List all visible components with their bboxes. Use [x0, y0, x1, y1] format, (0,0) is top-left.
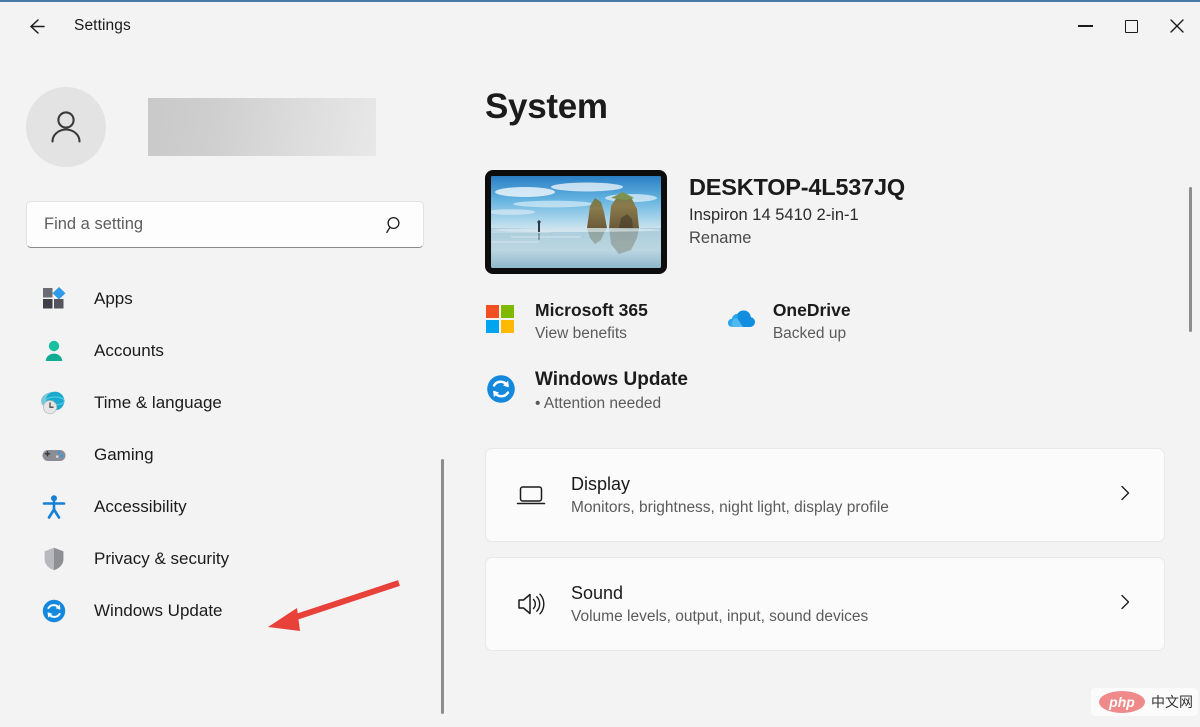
desktop-wallpaper-thumbnail [485, 170, 667, 274]
sound-speaker-icon [514, 587, 548, 621]
apps-icon [40, 285, 68, 313]
card-text: Display Monitors, brightness, night ligh… [571, 474, 1116, 517]
card-subtitle: Volume levels, output, input, sound devi… [571, 607, 869, 625]
card-subtitle: Monitors, brightness, night light, displ… [571, 498, 889, 516]
minimize-icon [1077, 25, 1093, 27]
watermark: php 中文网 [1091, 688, 1198, 716]
chevron-right-icon [1116, 593, 1134, 616]
update-title: Windows Update [535, 369, 688, 390]
maximize-icon [1124, 19, 1138, 33]
rename-device-link[interactable]: Rename [689, 229, 751, 248]
minimize-button[interactable] [1062, 2, 1108, 50]
windows-update-entry[interactable]: Windows Update • Attention needed [485, 369, 1200, 413]
service-subtitle: Backed up [772, 325, 847, 342]
privacy-security-icon [40, 545, 68, 573]
service-subtitle: View benefits [535, 325, 627, 342]
settings-window: Settings Find a setting Apps Accounts Ti… [0, 0, 1200, 727]
main-scrollbar-thumb[interactable] [1189, 187, 1192, 332]
accessibility-icon [40, 493, 68, 521]
sidebar-item-apps[interactable]: Apps [26, 276, 422, 321]
card-text: Sound Volume levels, output, input, soun… [571, 583, 1116, 626]
sidebar-item-label: Time & language [94, 392, 222, 412]
app-title: Settings [74, 17, 131, 34]
sidebar-item-accounts[interactable]: Accounts [26, 328, 422, 373]
back-button[interactable] [18, 9, 52, 43]
settings-cards: Display Monitors, brightness, night ligh… [485, 448, 1200, 651]
update-text: Windows Update • Attention needed [535, 369, 688, 413]
search-icon[interactable] [385, 215, 405, 235]
service-title: OneDrive [772, 300, 851, 320]
title-bar: Settings [0, 2, 1200, 50]
sidebar-item-label: Accessibility [94, 496, 187, 516]
service-text: Microsoft 365 View benefits [535, 300, 648, 343]
person-avatar-icon [51, 111, 81, 143]
display-monitor-icon [514, 478, 548, 512]
search-box[interactable] [26, 201, 424, 248]
sound-settings-card[interactable]: Sound Volume levels, output, input, soun… [485, 557, 1165, 651]
sidebar: Apps Accounts [0, 50, 452, 727]
windows-update-icon [40, 597, 68, 625]
accounts-icon [40, 337, 68, 365]
sidebar-scrollbar-thumb[interactable] [441, 459, 444, 714]
device-summary: DESKTOP-4L537JQ Inspiron 14 5410 2-in-1 … [485, 170, 1200, 274]
php-logo: php [1099, 691, 1145, 713]
device-info: DESKTOP-4L537JQ Inspiron 14 5410 2-in-1 … [689, 170, 905, 274]
card-title: Sound [571, 582, 624, 603]
windows-update-icon [485, 373, 517, 405]
search-input[interactable] [44, 215, 374, 234]
navigation-list: Apps Accounts Time & language Gaming Acc… [0, 276, 452, 633]
sidebar-item-windows-update[interactable]: Windows Update [26, 588, 422, 633]
microsoft-365-entry[interactable]: Microsoft 365 View benefits [485, 300, 648, 343]
time-language-icon [40, 389, 68, 417]
watermark-site-text: 中文网 [1151, 694, 1193, 710]
sidebar-item-label: Accounts [94, 340, 164, 360]
close-button[interactable] [1154, 2, 1200, 50]
sidebar-item-label: Privacy & security [94, 548, 230, 568]
maximize-button[interactable] [1108, 2, 1154, 50]
sidebar-item-label: Apps [94, 288, 133, 308]
avatar [26, 87, 106, 167]
main-content: System DESKTOP-4L537JQ Inspiron 14 5410 … [452, 50, 1200, 727]
service-title: Microsoft 365 [535, 300, 648, 320]
account-profile[interactable] [26, 87, 452, 167]
sidebar-item-accessibility[interactable]: Accessibility [26, 484, 422, 529]
sidebar-item-label: Gaming [94, 444, 154, 464]
card-title: Display [571, 473, 631, 494]
microsoft-365-icon [485, 304, 517, 336]
sidebar-item-time-language[interactable]: Time & language [26, 380, 422, 425]
sidebar-item-gaming[interactable]: Gaming [26, 432, 422, 477]
device-model: Inspiron 14 5410 2-in-1 [689, 206, 859, 224]
close-icon [1170, 19, 1184, 33]
onedrive-entry[interactable]: OneDrive Backed up [723, 300, 851, 343]
page-title: System [485, 87, 608, 126]
onedrive-icon [723, 304, 755, 336]
services-row: Microsoft 365 View benefits OneDrive Bac… [485, 300, 1200, 343]
account-name-redacted [148, 98, 376, 156]
display-settings-card[interactable]: Display Monitors, brightness, night ligh… [485, 448, 1165, 542]
update-status: • Attention needed [535, 395, 662, 412]
sidebar-item-privacy-security[interactable]: Privacy & security [26, 536, 422, 581]
sidebar-item-label: Windows Update [94, 600, 223, 620]
chevron-right-icon [1116, 484, 1134, 507]
back-arrow-icon [29, 18, 45, 34]
window-controls [1062, 2, 1200, 50]
device-name: DESKTOP-4L537JQ [689, 174, 905, 200]
service-text: OneDrive Backed up [773, 300, 851, 343]
gaming-icon [40, 441, 68, 469]
